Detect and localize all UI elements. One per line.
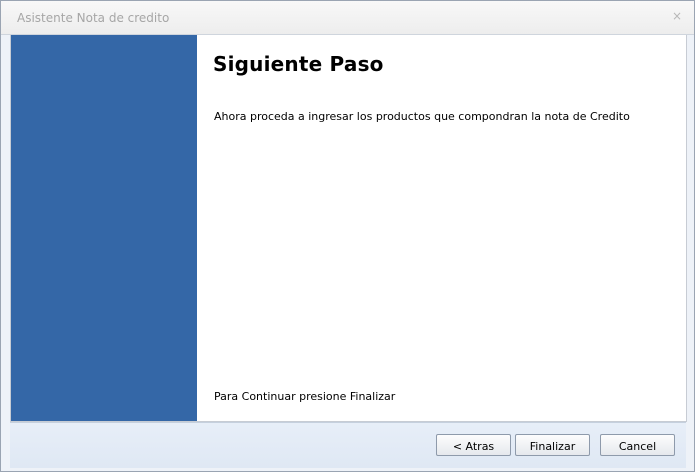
title-bar[interactable]: Asistente Nota de credito × [1,1,694,35]
side-panel [11,35,197,421]
finish-button[interactable]: Finalizar [515,434,590,456]
wizard-content: Siguiente Paso Ahora proceda a ingresar … [10,35,687,422]
close-icon[interactable]: × [670,9,684,23]
back-button[interactable]: < Atras [436,434,511,456]
page-title: Siguiente Paso [213,52,384,76]
step-description: Ahora proceda a ingresar los productos q… [214,110,630,123]
continue-instruction: Para Continuar presione Finalizar [214,390,396,403]
window-title: Asistente Nota de credito [17,11,170,25]
cancel-button[interactable]: Cancel [600,434,675,456]
button-bar: < Atras Finalizar Cancel [10,422,686,468]
wizard-window: Asistente Nota de credito × Siguiente Pa… [0,0,695,472]
